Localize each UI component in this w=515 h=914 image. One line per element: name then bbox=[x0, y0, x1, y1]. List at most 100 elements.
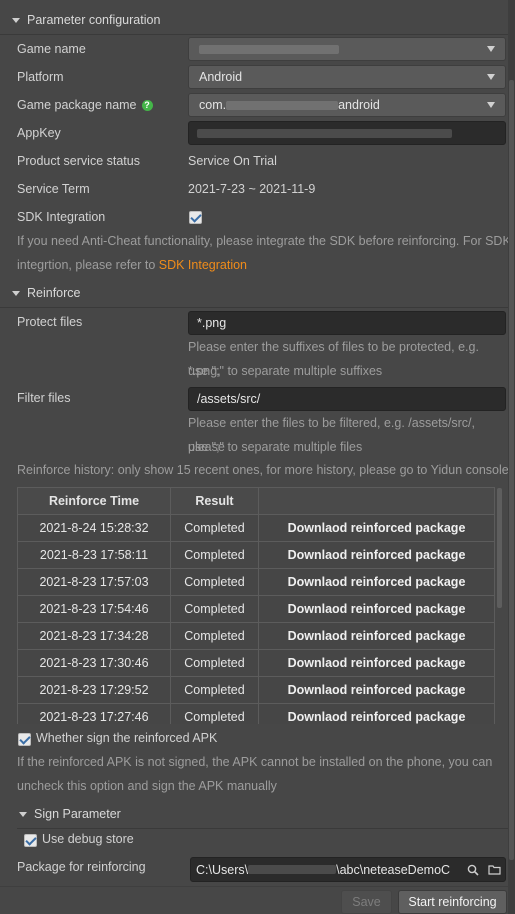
history-note-text: Reinforce history: only show 15 recent o… bbox=[17, 463, 509, 477]
result: Completed bbox=[170, 541, 259, 569]
service-status-value: Service On Trial bbox=[188, 154, 277, 168]
reinforce-time: 2021-8-23 17:29:52 bbox=[17, 676, 171, 704]
download-link[interactable]: Downlaod reinforced package bbox=[258, 595, 495, 623]
search-icon[interactable] bbox=[467, 864, 479, 876]
game-name-label: Game name bbox=[17, 42, 86, 56]
sign-apk-hint2: uncheck this option and sign the APK man… bbox=[17, 779, 277, 793]
reinforce-time: 2021-8-23 17:54:46 bbox=[17, 595, 171, 623]
reinforce-history-table: Reinforce Time Result 2021-8-24 15:28:32… bbox=[17, 487, 495, 731]
service-status-label: Product service status bbox=[17, 154, 140, 168]
redacted-package bbox=[226, 100, 339, 110]
filter-files-value: /assets/src/ bbox=[197, 392, 261, 406]
window-scrollbar-thumb[interactable] bbox=[509, 80, 514, 860]
redacted-username bbox=[248, 865, 337, 874]
folder-icon[interactable] bbox=[488, 864, 501, 875]
collapse-triangle-icon bbox=[12, 290, 20, 296]
table-row: 2021-8-23 17:34:28 Completed Downlaod rein… bbox=[17, 622, 495, 650]
package-path-input[interactable]: C:\Users\ \abc\neteaseDemoC bbox=[190, 857, 506, 882]
protect-files-label: Protect files bbox=[17, 315, 83, 329]
table-row: 2021-8-23 17:54:46 Completed Downlaod rein… bbox=[17, 595, 495, 623]
result: Completed bbox=[170, 622, 259, 650]
sdk-hint-line1: If you need Anti-Cheat functionality, pl… bbox=[17, 234, 511, 248]
result: Completed bbox=[170, 649, 259, 677]
redacted-game-name bbox=[199, 44, 339, 54]
service-term-value: 2021-7-23 ~ 2021-11-9 bbox=[188, 182, 316, 196]
download-link[interactable]: Downlaod reinforced package bbox=[258, 568, 495, 596]
section-title: Parameter configuration bbox=[27, 13, 161, 27]
sign-apk-checkbox[interactable] bbox=[18, 733, 31, 746]
table-scrollbar[interactable] bbox=[497, 488, 502, 608]
table-header-row: Reinforce Time Result bbox=[17, 487, 495, 515]
chevron-down-icon bbox=[487, 46, 495, 52]
table-row: 2021-8-24 15:28:32 Completed Downlaod rein… bbox=[17, 514, 495, 542]
download-link[interactable]: Downlaod reinforced package bbox=[258, 676, 495, 704]
platform-label: Platform bbox=[17, 70, 64, 84]
package-path-suffix: \abc\neteaseDemoC bbox=[336, 862, 451, 877]
table-row: 2021-8-23 17:58:11 Completed Downlaod rein… bbox=[17, 541, 495, 569]
section-reinforce[interactable]: Reinforce bbox=[0, 279, 508, 307]
platform-select[interactable]: Android bbox=[188, 65, 506, 89]
package-for-reinforcing-label: Package for reinforcing bbox=[17, 860, 146, 874]
package-name-select[interactable]: com. android bbox=[188, 93, 506, 117]
download-link[interactable]: Downlaod reinforced package bbox=[258, 541, 495, 569]
appkey-input[interactable] bbox=[188, 121, 506, 145]
debug-store-label: Use debug store bbox=[42, 832, 134, 846]
result: Completed bbox=[170, 595, 259, 623]
sdk-integration-label: SDK Integration bbox=[17, 210, 106, 224]
divider bbox=[0, 307, 508, 308]
download-link[interactable]: Downlaod reinforced package bbox=[258, 622, 495, 650]
package-suffix: android bbox=[338, 98, 380, 112]
chevron-down-icon bbox=[487, 102, 495, 108]
filter-files-hint2: use ";" to separate multiple files bbox=[188, 440, 363, 454]
debug-store-checkbox[interactable] bbox=[24, 834, 37, 847]
appkey-label: AppKey bbox=[17, 126, 61, 140]
service-term-label: Service Term bbox=[17, 182, 90, 196]
sdk-hint-text: integrtion, please refer to bbox=[17, 258, 159, 272]
chevron-down-icon bbox=[487, 74, 495, 80]
download-link[interactable]: Downlaod reinforced package bbox=[258, 649, 495, 677]
divider bbox=[0, 886, 508, 887]
help-icon[interactable]: ? bbox=[141, 100, 153, 112]
column-header: Reinforce Time bbox=[17, 487, 171, 515]
column-header: Result bbox=[170, 487, 259, 515]
section-title: Reinforce bbox=[27, 286, 81, 300]
table-row: 2021-8-23 17:57:03 Completed Downlaod rein… bbox=[17, 568, 495, 596]
filter-files-label: Filter files bbox=[17, 391, 71, 405]
column-header bbox=[258, 487, 495, 515]
reinforce-time: 2021-8-24 15:28:32 bbox=[17, 514, 171, 542]
package-name-label-text: Game package name bbox=[17, 98, 137, 112]
reinforce-time: 2021-8-23 17:57:03 bbox=[17, 568, 171, 596]
reinforce-time: 2021-8-23 17:34:28 bbox=[17, 622, 171, 650]
history-note: Reinforce history: only show 15 recent o… bbox=[17, 458, 515, 482]
download-link[interactable]: Downlaod reinforced package bbox=[258, 514, 495, 542]
sign-apk-hint1: If the reinforced APK is not signed, the… bbox=[17, 755, 493, 769]
reinforce-time: 2021-8-23 17:58:11 bbox=[17, 541, 171, 569]
redacted-appkey bbox=[197, 128, 452, 138]
divider bbox=[0, 34, 508, 35]
table-row: 2021-8-23 17:29:52 Completed Downlaod rein… bbox=[17, 676, 495, 704]
protect-files-input[interactable]: *.png bbox=[188, 311, 506, 335]
section-parameter-configuration[interactable]: Parameter configuration bbox=[0, 6, 508, 34]
package-path-prefix: C:\Users\ bbox=[196, 862, 249, 877]
collapse-triangle-icon bbox=[19, 811, 27, 817]
platform-value: Android bbox=[199, 70, 243, 84]
sdk-hint-line2: integrtion, please refer to SDK Integrat… bbox=[17, 253, 247, 277]
result: Completed bbox=[170, 676, 259, 704]
section-sign-parameter[interactable]: Sign Parameter bbox=[7, 800, 515, 828]
save-button[interactable]: Save bbox=[341, 890, 392, 914]
reinforce-time: 2021-8-23 17:30:46 bbox=[17, 649, 171, 677]
start-reinforcing-button[interactable]: Start reinforcing bbox=[398, 890, 507, 914]
game-name-select[interactable] bbox=[188, 37, 506, 61]
protect-files-hint2: use ";" to separate multiple suffixes bbox=[188, 364, 383, 378]
protect-files-value: *.png bbox=[197, 316, 227, 330]
package-prefix: com. bbox=[199, 98, 227, 112]
sdk-integration-link[interactable]: SDK Integration bbox=[159, 258, 247, 272]
filter-files-input[interactable]: /assets/src/ bbox=[188, 387, 506, 411]
sign-apk-label: Whether sign the reinforced APK bbox=[36, 731, 218, 745]
section-title: Sign Parameter bbox=[34, 807, 121, 821]
input-icon-group bbox=[463, 858, 505, 881]
sdk-integration-checkbox[interactable] bbox=[189, 211, 202, 224]
result: Completed bbox=[170, 568, 259, 596]
table-row: 2021-8-23 17:30:46 Completed Downlaod rein… bbox=[17, 649, 495, 677]
result: Completed bbox=[170, 514, 259, 542]
